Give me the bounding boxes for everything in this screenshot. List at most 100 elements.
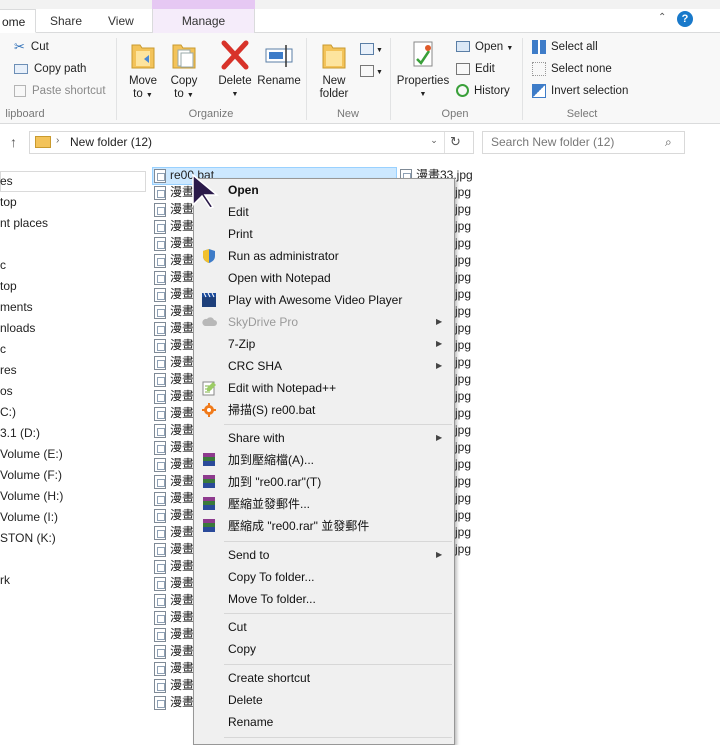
nav-item[interactable]: Volume (H:): [0, 486, 63, 507]
scrollbar[interactable]: [703, 162, 720, 745]
invert-selection-button[interactable]: Invert selection: [532, 81, 628, 101]
list-item[interactable]: jpg: [455, 218, 471, 235]
list-item[interactable]: 漫畫: [154, 252, 194, 269]
list-item[interactable]: 漫畫: [154, 524, 194, 541]
search-input[interactable]: Search New folder (12) ⌕: [482, 131, 685, 154]
list-item[interactable]: 漫畫: [154, 473, 194, 490]
tab-view[interactable]: View: [108, 9, 138, 33]
list-item[interactable]: 漫畫: [154, 354, 194, 371]
copy-to-button[interactable]: Copy to ▼: [166, 39, 202, 102]
move-to-button[interactable]: Move to ▼: [125, 39, 161, 102]
address-dropdown-icon[interactable]: ⌄: [424, 135, 444, 146]
menu-item-copy-to-folder[interactable]: Copy To folder...: [194, 566, 456, 588]
nav-item[interactable]: os: [0, 381, 13, 402]
nav-item[interactable]: nloads: [0, 318, 35, 339]
list-item[interactable]: 漫畫: [154, 626, 194, 643]
menu-item-open[interactable]: Open: [194, 179, 456, 201]
copy-path-button[interactable]: Copy path: [14, 59, 86, 79]
list-item[interactable]: jpg: [455, 354, 471, 371]
easy-access-button[interactable]: ▼: [360, 63, 383, 77]
list-item[interactable]: jpg: [455, 439, 471, 456]
nav-item[interactable]: STON (K:): [0, 528, 56, 549]
list-item[interactable]: jpg: [455, 303, 471, 320]
breadcrumb-chevron-icon[interactable]: ›: [56, 135, 59, 146]
list-item[interactable]: 漫畫: [154, 269, 194, 286]
new-folder-button[interactable]: New folder: [314, 39, 354, 101]
menu-item-add-rar[interactable]: 加到 "re00.rar"(T): [194, 471, 456, 493]
list-item[interactable]: 漫畫: [154, 592, 194, 609]
list-item[interactable]: jpg: [455, 184, 471, 201]
list-item[interactable]: jpg: [455, 456, 471, 473]
list-item[interactable]: 漫畫: [154, 609, 194, 626]
list-item[interactable]: 漫畫: [154, 694, 194, 711]
list-item[interactable]: jpg: [455, 371, 471, 388]
menu-item-print[interactable]: Print: [194, 223, 456, 245]
nav-item[interactable]: C:): [0, 402, 16, 423]
menu-item-cut[interactable]: Cut: [194, 616, 456, 638]
nav-item[interactable]: Volume (E:): [0, 444, 63, 465]
menu-item-edit[interactable]: Edit: [194, 201, 456, 223]
list-item[interactable]: 漫畫: [154, 677, 194, 694]
delete-button[interactable]: Delete ▼: [214, 39, 256, 101]
nav-item[interactable]: ments: [0, 297, 33, 318]
list-item[interactable]: jpg: [455, 524, 471, 541]
list-item[interactable]: 漫畫: [154, 541, 194, 558]
menu-item-rename[interactable]: Rename: [194, 711, 456, 733]
list-item[interactable]: 漫畫: [154, 456, 194, 473]
properties-button[interactable]: Properties ▼: [396, 39, 450, 101]
menu-item-compress-email[interactable]: 壓縮並發郵件...: [194, 493, 456, 515]
address-bar[interactable]: › New folder (12) ⌄ ↻: [29, 131, 474, 154]
menu-item-create-shortcut[interactable]: Create shortcut: [194, 667, 456, 689]
list-item[interactable]: 漫畫: [154, 235, 194, 252]
select-none-button[interactable]: Select none: [532, 59, 612, 79]
list-item[interactable]: 漫畫: [154, 337, 194, 354]
menu-item-scan[interactable]: 掃描(S) re00.bat: [194, 399, 456, 421]
list-item[interactable]: jpg: [455, 507, 471, 524]
nav-item[interactable]: Volume (F:): [0, 465, 62, 486]
nav-item[interactable]: res: [0, 360, 17, 381]
nav-item[interactable]: Volume (I:): [0, 507, 58, 528]
nav-item[interactable]: 3.1 (D:): [0, 423, 40, 444]
list-item[interactable]: jpg: [455, 490, 471, 507]
list-item[interactable]: 漫畫: [154, 286, 194, 303]
history-button[interactable]: History: [456, 81, 510, 101]
list-item[interactable]: jpg: [455, 252, 471, 269]
menu-item-share-with[interactable]: Share with ▶: [194, 427, 456, 449]
list-item[interactable]: jpg: [455, 286, 471, 303]
list-item[interactable]: 漫畫: [154, 490, 194, 507]
menu-item-open-notepad[interactable]: Open with Notepad: [194, 267, 456, 289]
menu-item-compress-rar-email[interactable]: 壓縮成 "re00.rar" 並發郵件: [194, 515, 456, 537]
list-item[interactable]: 漫畫: [154, 439, 194, 456]
list-item[interactable]: 漫畫: [154, 320, 194, 337]
list-item[interactable]: 漫畫: [154, 218, 194, 235]
tab-manage[interactable]: Manage: [152, 9, 255, 33]
list-item[interactable]: jpg: [455, 405, 471, 422]
menu-item-delete[interactable]: Delete: [194, 689, 456, 711]
list-item[interactable]: 漫畫: [154, 422, 194, 439]
list-item[interactable]: 漫畫: [154, 660, 194, 677]
list-item[interactable]: 漫畫: [154, 371, 194, 388]
nav-item[interactable]: rk: [0, 570, 10, 591]
list-item[interactable]: 漫畫: [154, 405, 194, 422]
menu-item-copy[interactable]: Copy: [194, 638, 456, 660]
help-icon[interactable]: ?: [677, 11, 693, 27]
search-icon[interactable]: ⌕: [665, 132, 672, 153]
nav-item[interactable]: c: [0, 255, 6, 276]
list-item[interactable]: 漫畫: [154, 558, 194, 575]
list-item[interactable]: 漫畫: [154, 507, 194, 524]
menu-item-edit-notepadpp[interactable]: Edit with Notepad++: [194, 377, 456, 399]
menu-item-crc-sha[interactable]: CRC SHA ▶: [194, 355, 456, 377]
list-item[interactable]: jpg: [455, 473, 471, 490]
menu-item-move-to-folder[interactable]: Move To folder...: [194, 588, 456, 610]
list-item[interactable]: jpg: [455, 320, 471, 337]
list-item[interactable]: jpg: [455, 269, 471, 286]
list-item[interactable]: jpg: [455, 201, 471, 218]
list-item[interactable]: jpg: [455, 337, 471, 354]
menu-item-play-awesome[interactable]: Play with Awesome Video Player: [194, 289, 456, 311]
new-item-button[interactable]: ▼: [360, 41, 383, 55]
list-item[interactable]: 漫畫: [154, 184, 194, 201]
menu-item-run-as-admin[interactable]: Run as administrator: [194, 245, 456, 267]
list-item[interactable]: 漫畫: [154, 575, 194, 592]
up-arrow-icon[interactable]: ↑: [10, 134, 17, 150]
list-item[interactable]: 漫畫: [154, 303, 194, 320]
